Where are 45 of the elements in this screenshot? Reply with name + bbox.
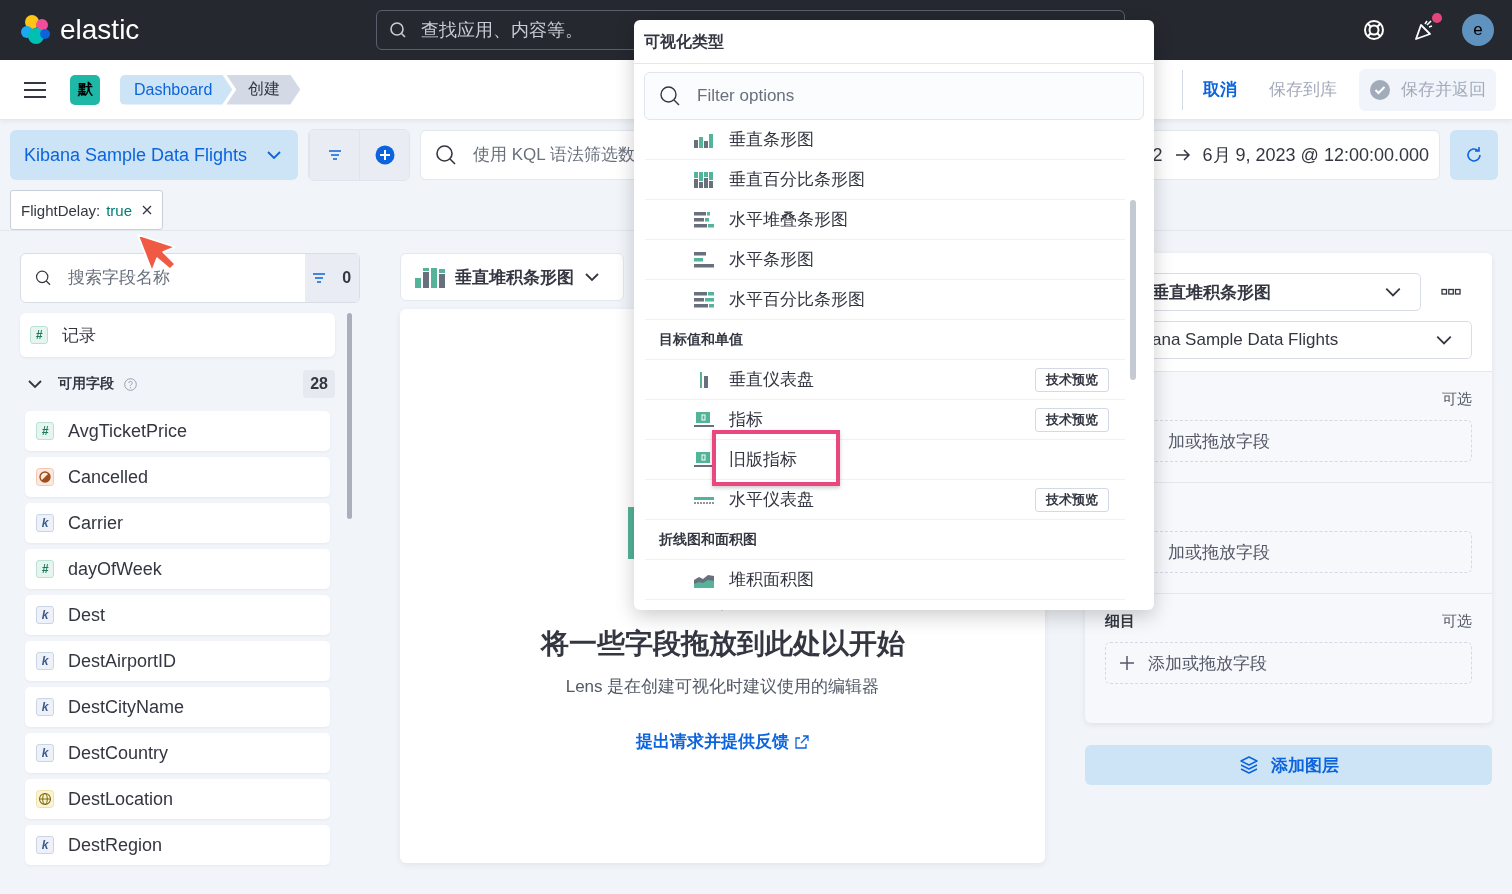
keyword-type-badge: k [36,698,54,716]
popover-title: 可视化类型 [634,20,1154,64]
field-name: DestCityName [68,696,185,718]
dimension-label: 细目 [1105,611,1135,631]
field-name: DestRegion [68,834,163,856]
keyword-type-badge: k [36,606,54,624]
empty-state-subtitle: Lens 是在创建可视化时建议使用的编辑器 [565,676,880,698]
number-type-badge: # [36,422,54,440]
filter-value: true [106,201,133,219]
option-label: 旧版指标 [729,449,797,471]
field-name: dayOfWeek [68,558,162,580]
option-label: 垂直百分比条形图 [729,169,865,191]
optional-label: 可选 [1442,611,1472,631]
option-label: 水平仪表盘 [729,489,814,511]
tech-preview-badge: 技术预览 [1035,367,1109,392]
field-name: DestLocation [68,788,174,810]
option-label: 堆积面积图 [729,569,814,591]
group-heading: 折线图和面积图 [645,520,1125,560]
field-name: Dest [68,604,105,626]
option-label: 水平百分比条形图 [729,289,865,311]
tech-preview-badge: 技术预览 [1035,407,1109,432]
keyword-type-badge: k [36,836,54,854]
field-name: AvgTicketPrice [68,420,188,442]
option-label: 水平堆叠条形图 [729,209,848,231]
optional-label: 可选 [1442,389,1472,409]
option-label: 水平条形图 [729,249,814,271]
keyword-type-badge: k [36,514,54,532]
number-type-badge: # [30,326,48,344]
filter-field: FlightDelay: [21,201,101,219]
keyword-type-badge: k [36,652,54,670]
count-badge: 28 [303,370,335,398]
group-heading: 目标值和单值 [645,320,1125,360]
option-label: 指标 [729,409,763,431]
field-name: DestCountry [68,742,169,764]
field-name: DestAirportID [68,650,177,672]
number-type-badge: # [36,560,54,578]
option-label: 垂直仪表盘 [729,369,814,391]
option-label: 垂直条形图 [729,129,814,151]
keyword-type-badge: k [36,744,54,762]
field-name: Carrier [68,512,123,534]
brand-name: elastic [60,14,140,46]
tech-preview-badge: 技术预览 [1035,487,1109,512]
empty-state-title: 将一些字段拖放到此处以开始 [540,627,905,661]
field-name: Cancelled [68,466,149,488]
field-name: 记录 [62,324,96,347]
